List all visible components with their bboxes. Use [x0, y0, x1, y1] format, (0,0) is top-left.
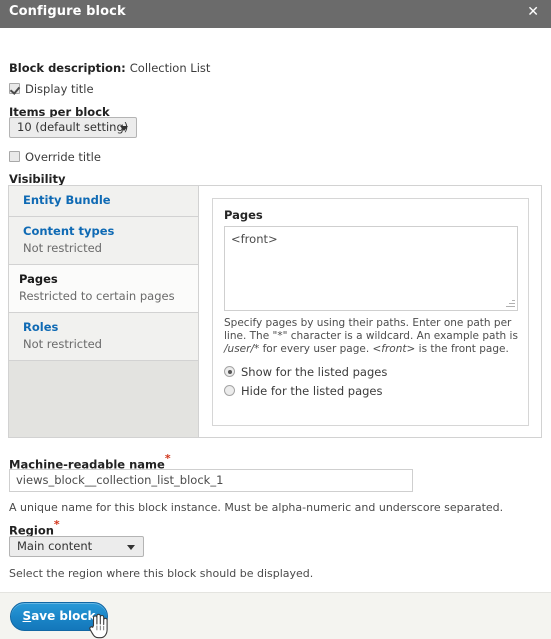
machine-name-description: A unique name for this block instance. M…: [9, 501, 504, 514]
save-accesskey-letter: S: [22, 609, 32, 623]
items-per-block-select[interactable]: 10 (default setting): [9, 116, 137, 138]
block-description-row: Block description: Collection List: [9, 57, 210, 76]
save-label-rest: ave block: [31, 609, 96, 623]
display-title-row[interactable]: Display title: [9, 78, 94, 97]
pages-help-front-token: <front>: [372, 343, 416, 355]
radio-hide-input[interactable]: [224, 385, 235, 396]
region-value: Main content: [17, 539, 93, 553]
required-marker: *: [53, 518, 60, 531]
sidebar-item-entity-bundle[interactable]: Entity Bundle: [9, 186, 198, 217]
pages-help-line-2a: The "*" character is a wildcard. An exam…: [249, 330, 518, 342]
radio-show-input[interactable]: [224, 366, 235, 377]
pages-textarea[interactable]: <front>: [224, 226, 518, 311]
override-title-label: Override title: [25, 150, 101, 164]
required-marker: *: [164, 452, 171, 465]
radio-hide-label: Hide for the listed pages: [241, 384, 383, 398]
sidebar-item-content-types[interactable]: Content types Not restricted: [9, 217, 198, 265]
sidebar-item-pages[interactable]: Pages Restricted to certain pages: [9, 265, 198, 313]
region-description: Select the region where this block shoul…: [9, 567, 314, 580]
chevron-down-icon: [120, 126, 128, 131]
pages-help-line-3a: for every user page.: [262, 343, 373, 355]
override-title-row[interactable]: Override title: [9, 146, 101, 165]
dialog-body: Block description: Collection List Displa…: [0, 28, 551, 592]
vertical-tabs-list: Entity Bundle Content types Not restrict…: [9, 186, 199, 437]
save-block-button[interactable]: Save block: [10, 602, 108, 631]
dialog-titlebar: Configure block ✕: [0, 0, 551, 28]
display-title-checkbox[interactable]: [9, 83, 20, 94]
close-icon[interactable]: ✕: [527, 5, 539, 19]
block-description-label: Block description:: [9, 61, 126, 75]
pages-legend: Pages: [224, 208, 263, 222]
pages-visibility-radios: Show for the listed pages Hide for the l…: [224, 365, 517, 398]
visibility-vertical-tabs: Entity Bundle Content types Not restrict…: [8, 185, 542, 438]
machine-name-input[interactable]: views_block__collection_list_block_1: [9, 469, 413, 492]
display-title-label: Display title: [25, 82, 94, 96]
configure-block-dialog: Configure block ✕ Block description: Coll…: [0, 0, 551, 639]
radio-show-label: Show for the listed pages: [241, 365, 388, 379]
resize-handle-icon[interactable]: [505, 298, 516, 309]
override-title-checkbox[interactable]: [9, 151, 20, 162]
machine-name-field-wrap[interactable]: views_block__collection_list_block_1: [9, 469, 413, 492]
items-per-block-value: 10 (default setting): [17, 120, 129, 134]
pages-help-line-3c: is the front page.: [415, 343, 509, 355]
radio-show-listed-pages[interactable]: Show for the listed pages: [224, 365, 517, 379]
pages-fieldset: Pages <front> Specify pages by using the…: [212, 198, 529, 426]
block-description-value: Collection List: [129, 61, 211, 75]
radio-hide-listed-pages[interactable]: Hide for the listed pages: [224, 384, 517, 398]
region-select[interactable]: Main content: [9, 535, 144, 557]
dialog-footer: Save block: [0, 592, 551, 639]
pages-help-example-path: /user/*: [224, 343, 260, 355]
pages-help-text: Specify pages by using their paths. Ente…: [224, 317, 524, 356]
pages-pane: Pages <front> Specify pages by using the…: [200, 186, 541, 437]
sidebar-item-roles[interactable]: Roles Not restricted: [9, 313, 198, 361]
pages-textarea-value: <front>: [231, 232, 278, 246]
chevron-down-icon: [127, 545, 135, 550]
dialog-title: Configure block: [9, 4, 126, 19]
